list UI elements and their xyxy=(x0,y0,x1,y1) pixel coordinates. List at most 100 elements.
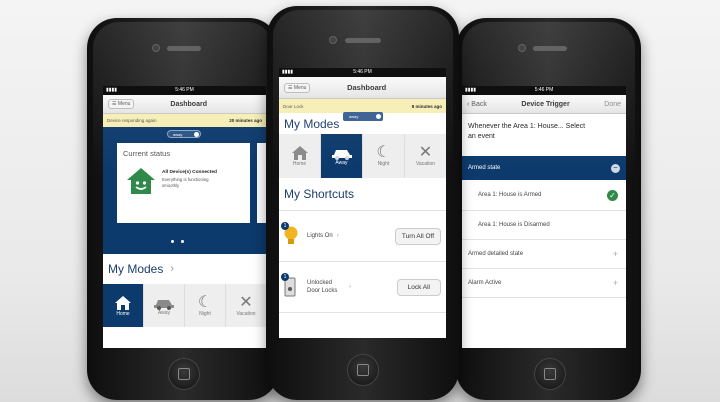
status-panel: away Current status All Device(s) Connec… xyxy=(103,127,266,254)
away-toggle[interactable]: away xyxy=(167,130,201,138)
option-armed-detailed[interactable]: Armed detailed state + xyxy=(462,240,626,269)
nav-title: Device Trigger xyxy=(521,100,570,108)
status-time: 5:46 PM xyxy=(353,69,372,75)
collapse-icon[interactable]: − xyxy=(611,163,620,173)
armed-state-label: Armed state xyxy=(468,165,501,171)
chevron-right-icon: › xyxy=(349,284,351,290)
phone-center: ▮▮▮▮ 5:46 PM ☰ Menu Dashboard Door Lock … xyxy=(267,6,459,400)
lock-icon: 1 xyxy=(281,273,301,298)
shortcut-label: Unlocked Door Locks xyxy=(307,280,338,294)
status-time: 5:46 PM xyxy=(175,87,194,93)
page-dot-active xyxy=(171,240,174,243)
option-label: Area 1: House is Disarmed xyxy=(478,222,550,228)
screen-center: ▮▮▮▮ 5:46 PM ☰ Menu Dashboard Door Lock … xyxy=(279,68,446,338)
mode-night[interactable]: ☾ Night xyxy=(185,284,226,327)
expand-icon[interactable]: + xyxy=(613,278,618,288)
moon-icon: ☾ xyxy=(197,293,213,311)
plane-icon: ✕ xyxy=(239,293,253,311)
option-disarmed[interactable]: Area 1: House is Disarmed xyxy=(462,211,626,240)
chevron-right-icon: › xyxy=(336,233,339,239)
home-button[interactable] xyxy=(347,354,379,386)
status-bar: ▮▮▮▮ 5:46 PM xyxy=(462,86,626,95)
modes-header[interactable]: My Modes away xyxy=(279,112,446,134)
option-armed[interactable]: Area 1: House is Armed ✓ xyxy=(462,180,626,211)
check-icon: ✓ xyxy=(607,189,618,201)
mode-label: Vacation xyxy=(415,161,436,167)
front-camera xyxy=(152,44,160,52)
nav-title: Dashboard xyxy=(170,100,207,108)
house-icon xyxy=(115,295,131,310)
shortcut-locks[interactable]: 1 Unlocked Door Locks › Lock All xyxy=(279,262,446,313)
mode-vacation[interactable]: ✕ Vacation xyxy=(226,284,266,327)
front-camera xyxy=(518,44,526,52)
nav-bar: ‹ Back Device Trigger Done xyxy=(462,95,626,114)
expand-icon[interactable]: + xyxy=(613,249,618,259)
alert-banner[interactable]: Door Lock 8 minutes ago xyxy=(279,99,446,113)
home-button[interactable] xyxy=(168,358,200,390)
alert-time: 8 minutes ago xyxy=(411,103,442,109)
signal-icon: ▮▮▮▮ xyxy=(282,69,294,75)
page-dots[interactable] xyxy=(171,230,185,248)
car-icon xyxy=(331,150,352,160)
house-icon xyxy=(291,146,308,160)
modes-header[interactable]: My Modes › xyxy=(103,254,266,284)
nav-bar: ☰ Menu Dashboard xyxy=(103,95,266,114)
option-label: Area 1: House is Armed xyxy=(478,192,542,198)
modes-title: My Modes xyxy=(108,262,164,276)
screen-left: ▮▮▮▮ 5:46 PM ☰ Menu Dashboard Device res… xyxy=(103,86,266,348)
house-smile-icon xyxy=(125,165,157,197)
nav-bar: ☰ Menu Dashboard xyxy=(279,77,446,99)
status-card-next[interactable] xyxy=(257,143,266,223)
mode-label: Home xyxy=(292,161,307,167)
lock-all-button[interactable]: Lock All xyxy=(396,278,441,296)
shortcut-lights[interactable]: 1 Lights On › Turn All Off xyxy=(279,211,446,262)
screen-right: ▮▮▮▮ 5:46 PM ‹ Back Device Trigger Done … xyxy=(462,86,626,348)
alert-banner[interactable]: Device responding again 20 minutes ago xyxy=(103,114,266,127)
alert-text: Device responding again xyxy=(107,118,157,123)
mode-selector: Home Away ☾ Night ✕ Vacation xyxy=(279,134,446,178)
trigger-prompt: Whenever the Area 1: House... Select an … xyxy=(468,123,586,140)
armed-state-header[interactable]: Armed state − xyxy=(462,156,626,180)
alert-text: Door Lock xyxy=(283,103,304,109)
status-time: 5:46 PM xyxy=(534,87,554,93)
status-card[interactable]: Current status All Device(s) Connected E… xyxy=(117,143,250,223)
phone-right: ▮▮▮▮ 5:46 PM ‹ Back Device Trigger Done … xyxy=(456,18,641,400)
status-bar: ▮▮▮▮ 5:46 PM xyxy=(279,68,446,77)
menu-button[interactable]: ☰ Menu xyxy=(108,99,135,109)
done-button[interactable]: Done xyxy=(604,101,621,108)
turn-all-off-button[interactable]: Turn All Off xyxy=(394,227,441,245)
car-icon xyxy=(154,299,174,310)
earpiece-speaker xyxy=(167,46,201,51)
mode-home[interactable]: Home xyxy=(279,134,321,178)
modes-chevron-icon: › xyxy=(170,263,175,275)
status-heading: Current status xyxy=(123,149,171,158)
toggle-knob xyxy=(194,132,199,137)
mode-away[interactable]: Away xyxy=(321,134,363,178)
mode-label: Home xyxy=(116,310,130,317)
mode-label: Away xyxy=(335,160,348,166)
signal-icon: ▮▮▮▮ xyxy=(465,87,477,93)
nav-title: Dashboard xyxy=(347,83,387,92)
mode-label: Away xyxy=(157,309,171,316)
away-toggle[interactable]: away xyxy=(343,112,383,121)
home-button[interactable] xyxy=(534,358,566,390)
option-alarm-active[interactable]: Alarm Active + xyxy=(462,269,626,298)
lightbulb-icon: 1 xyxy=(281,222,301,247)
menu-button[interactable]: ☰ Menu xyxy=(284,82,311,93)
plane-icon: ✕ xyxy=(418,144,433,161)
earpiece-speaker xyxy=(345,38,381,43)
front-camera xyxy=(329,36,337,44)
mode-label: Night xyxy=(199,310,211,317)
shortcuts-header: My Shortcuts xyxy=(279,178,446,211)
status-main: All Device(s) Connected xyxy=(162,170,217,175)
mode-vacation[interactable]: ✕ Vacation xyxy=(405,134,446,178)
mode-night[interactable]: ☾ Night xyxy=(363,134,405,178)
phone-left: ▮▮▮▮ 5:46 PM ☰ Menu Dashboard Device res… xyxy=(87,18,279,400)
back-button[interactable]: ‹ Back xyxy=(467,101,487,108)
mode-selector: Home Away ☾ Night ✕ Vacation xyxy=(103,284,266,327)
badge: 1 xyxy=(281,222,289,230)
status-sub: Everything is functioning smoothly xyxy=(162,177,209,188)
mode-home[interactable]: Home xyxy=(103,284,144,327)
mode-away[interactable]: Away xyxy=(144,284,185,327)
earpiece-speaker xyxy=(533,46,567,51)
